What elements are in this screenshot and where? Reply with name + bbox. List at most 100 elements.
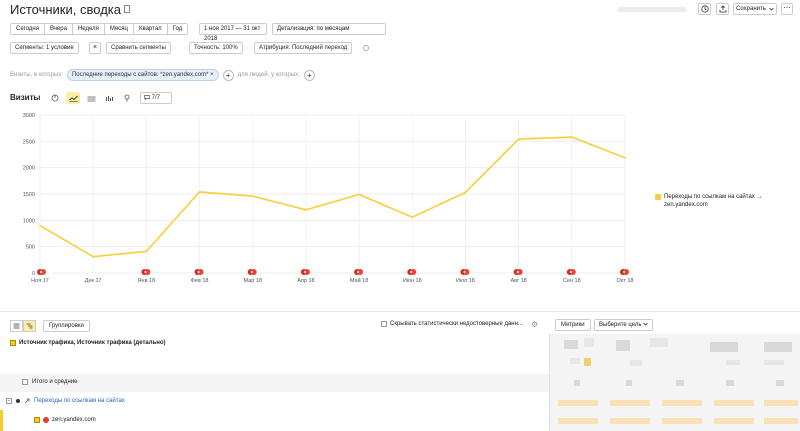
totals-label: Итого и средние: [32, 379, 78, 385]
metrics-button[interactable]: Метрики: [555, 319, 591, 331]
data-point: [411, 216, 414, 219]
filter-prefix: Визиты, в которых:: [10, 72, 63, 78]
bookmark-icon[interactable]: [123, 5, 130, 13]
y-tick-label: 2000: [23, 166, 35, 172]
event-marker-center: [250, 271, 253, 273]
hide-unreliable-label: Скрывать статистически недостоверные дан…: [390, 321, 523, 327]
row-checkbox[interactable]: [34, 417, 40, 423]
export-button[interactable]: [716, 3, 729, 15]
x-tick-label: Ноя 17: [31, 278, 49, 284]
y-tick-label: 1500: [23, 192, 35, 198]
clock-icon: [700, 5, 709, 13]
accuracy-select[interactable]: Точность: 100%: [189, 42, 243, 54]
blurred-user-info: [618, 7, 686, 12]
list-view-button[interactable]: [10, 320, 23, 332]
data-point: [198, 190, 201, 193]
table-row-selected[interactable]: zen.yandex.com: [0, 410, 549, 431]
x-tick-label: Сен 18: [563, 278, 581, 284]
y-tick-label: 2500: [23, 139, 35, 145]
data-point: [358, 193, 360, 196]
chart-legend[interactable]: Переходы по ссылкам на сайтах → zen.yand…: [655, 193, 775, 209]
hide-unreliable-toggle[interactable]: Скрывать статистически недостоверные дан…: [381, 321, 523, 327]
bullet-icon: [16, 399, 20, 403]
segments-label: Сегменты: 1 условие: [15, 45, 74, 51]
tab-yesterday[interactable]: Вчера: [45, 24, 73, 34]
totals-row: [0, 374, 549, 392]
groupings-button[interactable]: Группировки: [43, 320, 90, 332]
series-line: [39, 136, 626, 258]
x-tick-label: Май 18: [350, 277, 368, 284]
data-point: [145, 250, 148, 253]
x-tick-label: Июл 18: [456, 278, 475, 284]
collapse-toggle[interactable]: −: [6, 398, 12, 404]
tab-quarter[interactable]: Квартал: [133, 24, 168, 34]
period-tabs: Сегодня Вчера Неделя Месяц Квартал Год: [10, 23, 189, 35]
chart-metric-label: Визиты: [10, 93, 41, 102]
tab-month[interactable]: Месяц: [104, 24, 134, 34]
data-point: [305, 208, 307, 211]
tab-week[interactable]: Неделя: [72, 24, 105, 34]
history-button[interactable]: [698, 3, 711, 15]
x-tick-label: Июн 18: [403, 278, 422, 284]
detail-select[interactable]: Детализация: по месяцам: [272, 23, 386, 35]
dimension-header-label: Источник трафика, Источник трафика (дета…: [19, 340, 166, 346]
metrics-label: Метрики: [561, 322, 585, 328]
x-tick-label: Окт 18: [617, 278, 634, 284]
save-button-label: Сохранить: [736, 6, 766, 12]
event-marker-center: [303, 271, 306, 273]
totals-checkbox[interactable]: [22, 379, 28, 385]
tree-view-button[interactable]: [23, 320, 36, 332]
event-marker-center: [410, 271, 413, 273]
add-visit-filter-button[interactable]: +: [222, 69, 234, 81]
tab-year[interactable]: Год: [167, 24, 188, 34]
more-button[interactable]: ⋯: [781, 3, 793, 15]
event-marker-center: [623, 271, 625, 273]
data-point: [92, 255, 95, 258]
metrics-panel-blurred: [549, 334, 800, 431]
hide-unreliable-checkbox[interactable]: [381, 321, 387, 327]
event-marker-center: [463, 271, 466, 273]
groupings-label: Группировки: [49, 323, 84, 329]
row-source-link[interactable]: Переходы по ссылкам на сайтах: [34, 398, 125, 404]
totals-label-group: Итого и средние: [22, 379, 77, 385]
add-user-filter-button[interactable]: +: [303, 69, 315, 81]
clear-segments-button[interactable]: ×: [89, 42, 101, 54]
gear-icon[interactable]: ⚙: [531, 320, 538, 329]
date-range-picker[interactable]: 1 ноя 2017 — 31 окт 2018: [199, 23, 267, 42]
data-point: [39, 224, 41, 227]
table-row[interactable]: − Переходы по ссылкам на сайтах: [6, 398, 125, 404]
pie-chart-icon: [51, 94, 59, 102]
y-tick-label: 500: [26, 245, 35, 251]
date-range-text: 1 ноя 2017 — 31 окт 2018: [204, 26, 261, 42]
x-tick-label: Фев 18: [191, 278, 209, 284]
data-point: [517, 138, 520, 141]
chart-type-line-button[interactable]: [66, 92, 80, 104]
data-point: [464, 191, 467, 194]
dimension-header[interactable]: Источник трафика, Источник трафика (дета…: [10, 340, 166, 346]
save-button[interactable]: Сохранить: [733, 3, 777, 15]
legend-color-swatch[interactable]: [655, 194, 661, 200]
segments-button[interactable]: Сегменты: 1 условие: [10, 42, 79, 54]
site-favicon-icon: [43, 417, 49, 423]
tab-today[interactable]: Сегодня: [11, 24, 45, 34]
goal-select[interactable]: Выберите цель: [594, 319, 654, 331]
help-icon[interactable]: [363, 45, 369, 51]
x-tick-label: Дек 17: [85, 278, 102, 284]
y-tick-label: 0: [32, 271, 35, 277]
attribution-select[interactable]: Атрибуция: Последний переход: [254, 42, 353, 54]
map-pin-icon: [124, 94, 130, 102]
dimension-checkbox[interactable]: [10, 340, 16, 346]
page-title: Источники, сводка: [10, 2, 130, 17]
goals-select[interactable]: 7/7: [140, 92, 172, 104]
chart-type-bar-button[interactable]: [102, 92, 116, 104]
page-title-text: Источники, сводка: [10, 2, 121, 17]
chevron-down-icon: [643, 322, 648, 326]
selected-row-marker: [0, 410, 3, 431]
bar-chart-icon: [105, 95, 113, 101]
compare-segments-button[interactable]: Сравнить сегменты: [106, 42, 171, 54]
filter-chip[interactable]: Последние переходы с сайтов: *zen.yandex…: [66, 69, 219, 81]
chart-type-area-button[interactable]: [84, 92, 98, 104]
event-marker-center: [197, 271, 200, 273]
chart-type-map-button[interactable]: [120, 92, 134, 104]
chart-type-pie-button[interactable]: [48, 92, 62, 104]
